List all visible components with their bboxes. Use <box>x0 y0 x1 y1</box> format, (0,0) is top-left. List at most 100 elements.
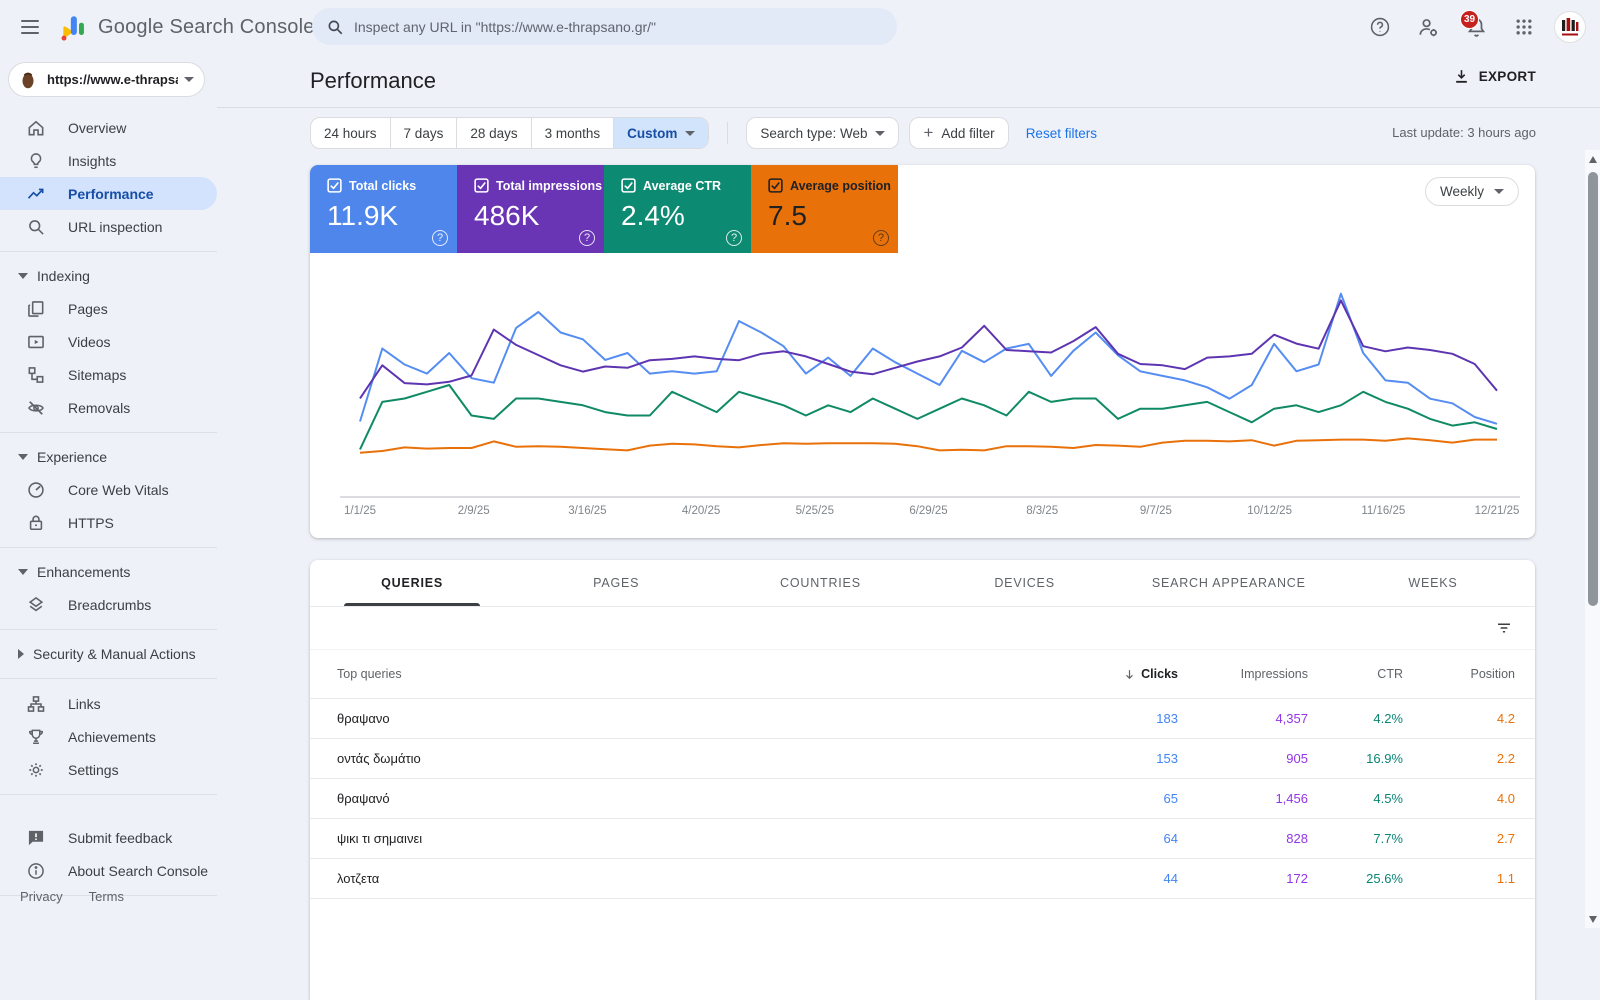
privacy-link[interactable]: Privacy <box>20 889 63 904</box>
sidebar-item-settings[interactable]: Settings <box>0 753 217 786</box>
url-inspect-search-input[interactable]: Inspect any URL in "https://www.e-thraps… <box>312 8 897 45</box>
query-cell[interactable]: θραψανό <box>337 791 1048 806</box>
impressions-cell: 828 <box>1178 831 1308 846</box>
help-icon[interactable]: ? <box>726 230 742 246</box>
sidebar-item-achievements[interactable]: Achievements <box>0 720 217 753</box>
vertical-scrollbar[interactable] <box>1585 150 1600 928</box>
sidebar-item-label: Pages <box>68 301 108 317</box>
sidebar-item-overview[interactable]: Overview <box>0 111 217 144</box>
checked-checkbox-icon[interactable] <box>768 178 783 193</box>
tab-countries[interactable]: COUNTRIES <box>718 560 922 606</box>
sidebar-item-https[interactable]: HTTPS <box>0 506 217 539</box>
terms-link[interactable]: Terms <box>89 889 124 904</box>
checked-checkbox-icon[interactable] <box>621 178 636 193</box>
performance-chart[interactable] <box>310 265 1535 515</box>
sidebar-item-label: HTTPS <box>68 515 114 531</box>
metric-label: Total impressions <box>496 179 602 193</box>
sidebar-item-removals[interactable]: Removals <box>0 391 217 424</box>
x-tick-label: 11/16/25 <box>1361 505 1405 517</box>
divider <box>217 107 1600 108</box>
position-cell: 4.0 <box>1403 791 1515 806</box>
scroll-up-arrow-icon[interactable] <box>1589 156 1597 163</box>
tab-queries[interactable]: QUERIES <box>310 560 514 606</box>
divider <box>0 629 217 630</box>
sidebar-section-experience[interactable]: Experience <box>0 441 217 473</box>
sidebar-section-enhancements[interactable]: Enhancements <box>0 556 217 588</box>
query-cell[interactable]: ψικι τι σημαινει <box>337 831 1048 846</box>
help-icon[interactable] <box>1362 9 1398 45</box>
date-range-3-months[interactable]: 3 months <box>532 118 615 148</box>
sidebar-section-indexing[interactable]: Indexing <box>0 260 217 292</box>
help-icon[interactable]: ? <box>873 230 889 246</box>
sidebar-item-performance[interactable]: Performance <box>0 177 217 210</box>
sidebar-item-submit-feedback[interactable]: Submit feedback <box>0 821 217 854</box>
account-avatar[interactable] <box>1554 11 1586 43</box>
scroll-down-arrow-icon[interactable] <box>1589 916 1597 923</box>
table-row[interactable]: ψικι τι σημαινει648287.7%2.7 <box>310 819 1535 859</box>
checked-checkbox-icon[interactable] <box>327 178 342 193</box>
sidebar-item-label: URL inspection <box>68 219 162 235</box>
tab-weeks[interactable]: WEEKS <box>1331 560 1535 606</box>
table-row[interactable]: θραψανο1834,3574.2%4.2 <box>310 699 1535 739</box>
date-range-28-days[interactable]: 28 days <box>457 118 531 148</box>
table-row[interactable]: θραψανό651,4564.5%4.0 <box>310 779 1535 819</box>
add-filter-button[interactable]: + Add filter <box>909 117 1008 149</box>
filter-row: 24 hours7 days28 days3 monthsCustom Sear… <box>310 117 1097 149</box>
sidebar-item-videos[interactable]: Videos <box>0 325 217 358</box>
sidebar-item-url-inspection[interactable]: URL inspection <box>0 210 217 243</box>
sidebar-item-label: Links <box>68 696 101 712</box>
help-icon[interactable]: ? <box>432 230 448 246</box>
tab-devices[interactable]: DEVICES <box>923 560 1127 606</box>
sidebar-item-pages[interactable]: Pages <box>0 292 217 325</box>
sidebar-item-label: Settings <box>68 762 119 778</box>
user-settings-icon[interactable] <box>1410 9 1446 45</box>
tab-pages[interactable]: PAGES <box>514 560 718 606</box>
reset-filters-link[interactable]: Reset filters <box>1026 126 1097 141</box>
filter-list-icon[interactable] <box>1495 619 1513 637</box>
property-selector[interactable]: https://www.e-thrapsa... <box>8 62 205 97</box>
column-impressions[interactable]: Impressions <box>1178 667 1308 681</box>
metric-value: 2.4% <box>621 200 751 232</box>
column-top-queries[interactable]: Top queries <box>337 667 1048 681</box>
sidebar-item-breadcrumbs[interactable]: Breadcrumbs <box>0 588 217 621</box>
query-cell[interactable]: θραψανο <box>337 711 1048 726</box>
export-button[interactable]: EXPORT <box>1453 68 1536 85</box>
divider <box>0 547 217 548</box>
checked-checkbox-icon[interactable] <box>474 178 489 193</box>
property-favicon <box>17 69 39 91</box>
table-row[interactable]: οντάς δωμάτιο15390516.9%2.2 <box>310 739 1535 779</box>
granularity-dropdown[interactable]: Weekly <box>1425 177 1519 206</box>
menu-icon[interactable] <box>10 7 50 47</box>
metric-tile-average-ctr[interactable]: Average CTR2.4%? <box>604 165 751 253</box>
notifications-bell-icon[interactable]: 39 <box>1458 9 1494 45</box>
date-range-custom[interactable]: Custom <box>614 118 708 148</box>
column-clicks-sorted[interactable]: Clicks <box>1048 667 1178 681</box>
metric-tile-average-position[interactable]: Average position7.5? <box>751 165 898 253</box>
table-row[interactable]: λοτζετα4417225.6%1.1 <box>310 859 1535 899</box>
scrollbar-thumb[interactable] <box>1588 172 1598 606</box>
lightbulb-icon <box>26 151 46 171</box>
tab-search-appearance[interactable]: SEARCH APPEARANCE <box>1127 560 1331 606</box>
date-range-24-hours[interactable]: 24 hours <box>311 118 391 148</box>
column-ctr[interactable]: CTR <box>1308 667 1403 681</box>
sidebar-item-links[interactable]: Links <box>0 687 217 720</box>
search-console-logo-icon <box>58 12 88 42</box>
impressions-cell: 172 <box>1178 871 1308 886</box>
sidebar-item-about[interactable]: About Search Console <box>0 854 217 887</box>
search-type-filter[interactable]: Search type: Web <box>746 117 899 149</box>
sidebar-item-sitemaps[interactable]: Sitemaps <box>0 358 217 391</box>
query-cell[interactable]: οντάς δωμάτιο <box>337 751 1048 766</box>
column-position[interactable]: Position <box>1403 667 1515 681</box>
plus-icon: + <box>923 123 933 143</box>
sidebar-item-insights[interactable]: Insights <box>0 144 217 177</box>
metric-tile-total-impressions[interactable]: Total impressions486K? <box>457 165 604 253</box>
google-apps-grid-icon[interactable] <box>1506 9 1542 45</box>
sidebar-section-security[interactable]: Security & Manual Actions <box>0 638 217 670</box>
query-cell[interactable]: λοτζετα <box>337 871 1048 886</box>
help-icon[interactable]: ? <box>579 230 595 246</box>
sidebar-item-core-web-vitals[interactable]: Core Web Vitals <box>0 473 217 506</box>
metric-tile-total-clicks[interactable]: Total clicks11.9K? <box>310 165 457 253</box>
date-range-7-days[interactable]: 7 days <box>391 118 458 148</box>
metric-tiles: Total clicks11.9K?Total impressions486K?… <box>310 165 1535 253</box>
clicks-cell: 64 <box>1048 831 1178 846</box>
